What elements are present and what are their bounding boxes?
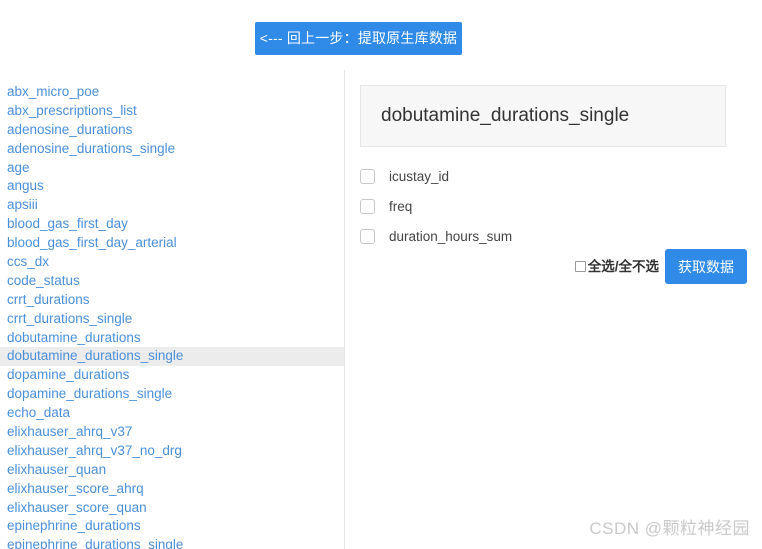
table-detail-panel: dobutamine_durations_single icustay_idfr… [345,70,762,549]
table-list-item[interactable]: age [0,159,344,178]
main-content-area: abx_micro_poe abx_prescriptions_list adeno… [0,70,762,549]
table-list-item[interactable]: crrt_durations [0,291,344,310]
actions-row: 全选/全不选 获取数据 [360,249,747,284]
fetch-data-button[interactable]: 获取数据 [665,249,747,284]
selected-table-name: dobutamine_durations_single [381,105,630,126]
select-all-checkbox[interactable] [574,261,586,272]
table-list-item[interactable]: blood_gas_first_day [0,215,344,234]
table-list-item[interactable]: abx_micro_poe [0,83,344,102]
table-list-item[interactable]: echo_data [0,404,344,423]
column-label: freq [389,198,413,214]
column-checkbox[interactable] [360,229,375,244]
top-bar: <--- 回上一步：提取原生库数据 [0,0,762,70]
table-list-item[interactable]: elixhauser_ahrq_v37 [0,423,344,442]
column-label: icustay_id [389,168,450,184]
selected-table-header: dobutamine_durations_single [360,85,726,147]
column-label: duration_hours_sum [389,228,513,244]
table-list-item[interactable]: crrt_durations_single [0,310,344,329]
column-checkbox[interactable] [360,169,375,184]
table-list-item[interactable]: adenosine_durations [0,121,344,140]
table-list-item[interactable]: ccs_dx [0,253,344,272]
table-list-item[interactable]: dobutamine_durations_single [0,347,344,367]
table-list-item[interactable]: elixhauser_score_quan [0,499,344,518]
column-checkbox-row[interactable]: freq [360,195,740,218]
column-checkbox-row[interactable]: duration_hours_sum [360,225,740,248]
table-list-item[interactable]: elixhauser_quan [0,461,344,480]
table-list-item[interactable]: dobutamine_durations [0,329,344,348]
table-list-item[interactable]: code_status [0,272,344,291]
table-list-item[interactable]: elixhauser_score_ahrq [0,480,344,499]
table-list-item[interactable]: elixhauser_ahrq_v37_no_drg [0,442,344,461]
column-checkbox-row[interactable]: icustay_id [360,165,740,188]
table-list-item[interactable]: blood_gas_first_day_arterial [0,234,344,253]
back-to-previous-step-button[interactable]: <--- 回上一步：提取原生库数据 [255,22,462,55]
table-list-sidebar[interactable]: abx_micro_poe abx_prescriptions_list adeno… [0,70,345,549]
table-list-item[interactable]: angus [0,177,344,196]
table-list-item[interactable]: epinephrine_durations [0,517,344,536]
column-checkbox-list: icustay_idfreq duration_hours_sum [360,165,740,255]
table-list-item[interactable]: apsiii [0,196,344,215]
column-checkbox[interactable] [360,199,375,214]
table-list-item[interactable]: dopamine_durations_single [0,385,344,404]
table-list-item[interactable]: dopamine_durations [0,366,344,385]
select-all-toggle[interactable]: 全选/全不选 [574,258,659,274]
select-all-label: 全选/全不选 [587,258,659,274]
table-list-item[interactable]: abx_prescriptions_list [0,102,344,121]
table-list-item[interactable]: epinephrine_durations_single [0,536,344,549]
table-list-item[interactable]: adenosine_durations_single [0,140,344,159]
